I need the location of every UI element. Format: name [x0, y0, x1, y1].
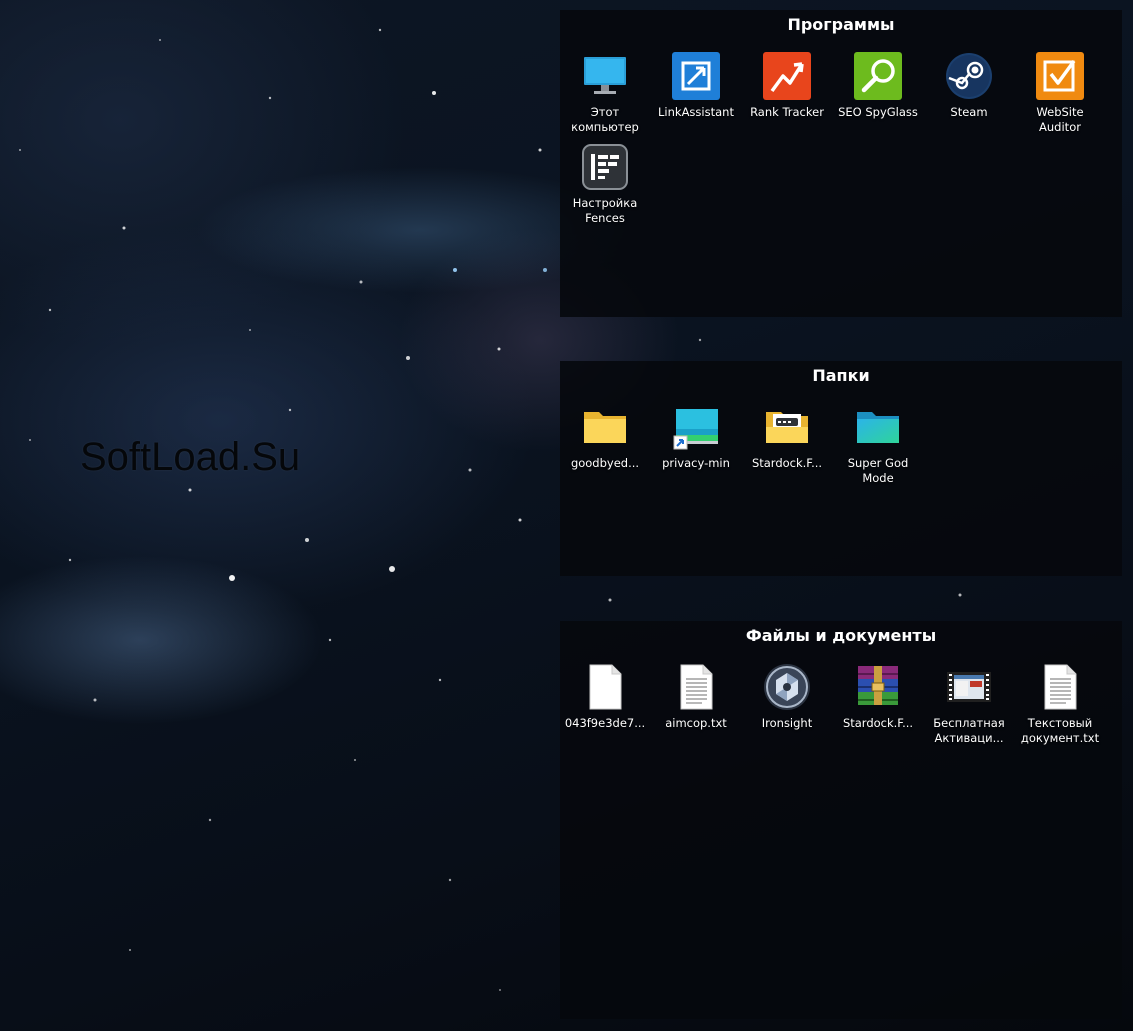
desktop-icon-folder-goodbyed[interactable]: goodbyed... — [562, 403, 648, 471]
folder-shortcut-icon — [672, 403, 720, 451]
desktop-icon-text-document[interactable]: Текстовый документ.txt — [1017, 663, 1103, 746]
desktop-icon-aimcop-txt[interactable]: aimcop.txt — [653, 663, 739, 731]
fences-settings-icon — [581, 143, 629, 191]
desktop-icon-stardock-folder[interactable]: Stardock.F... — [744, 403, 830, 471]
fence-title-programs[interactable]: Программы — [560, 10, 1122, 40]
rank-tracker-icon — [763, 52, 811, 100]
fence-title-folders[interactable]: Папки — [560, 361, 1122, 391]
ironsight-icon — [763, 663, 811, 711]
text-file-icon — [672, 663, 720, 711]
folder-icon — [581, 403, 629, 451]
seo-spyglass-icon — [854, 52, 902, 100]
folder-teal-icon — [854, 403, 902, 451]
fence-title-files[interactable]: Файлы и документы — [560, 621, 1122, 651]
video-file-icon — [945, 663, 993, 711]
fence-files[interactable]: Файлы и документы 043f9e3de7... aimcop.t… — [560, 621, 1122, 1019]
desktop-icon-linkassistant[interactable]: LinkAssistant — [653, 52, 739, 120]
desktop-icon-privacy-min[interactable]: privacy-min — [653, 403, 739, 471]
watermark-text: SoftLoad.Su — [80, 435, 301, 479]
desktop-icon-super-god-mode[interactable]: Super God Mode — [835, 403, 921, 486]
winrar-archive-icon — [854, 663, 902, 711]
desktop-icon-ironsight[interactable]: Ironsight — [744, 663, 830, 731]
folder-doc-icon — [763, 403, 811, 451]
desktop-icon-seo-spyglass[interactable]: SEO SpyGlass — [835, 52, 921, 120]
desktop-icon-steam[interactable]: Steam — [926, 52, 1012, 120]
blank-file-icon — [581, 663, 629, 711]
steam-icon — [945, 52, 993, 100]
desktop-icon-this-pc[interactable]: Этот компьютер — [562, 52, 648, 135]
linkassistant-icon — [672, 52, 720, 100]
fence-folders[interactable]: Папки goodbyed... privacy-min Stardock.F… — [560, 361, 1122, 576]
desktop-icon-video-activation[interactable]: Бесплатная Активаци... — [926, 663, 1012, 746]
desktop-icon-website-auditor[interactable]: WebSite Auditor — [1017, 52, 1103, 135]
desktop-icon-fences-settings[interactable]: Настройка Fences — [562, 143, 648, 226]
desktop-icon-stardock-archive[interactable]: Stardock.F... — [835, 663, 921, 731]
desktop-icon-rank-tracker[interactable]: Rank Tracker — [744, 52, 830, 120]
desktop-icon-043f9e3de7[interactable]: 043f9e3de7... — [562, 663, 648, 731]
fence-programs[interactable]: Программы Этот компьютер LinkAssistant R… — [560, 10, 1122, 317]
website-auditor-icon — [1036, 52, 1084, 100]
monitor-icon — [581, 52, 629, 100]
text-file-icon — [1036, 663, 1084, 711]
